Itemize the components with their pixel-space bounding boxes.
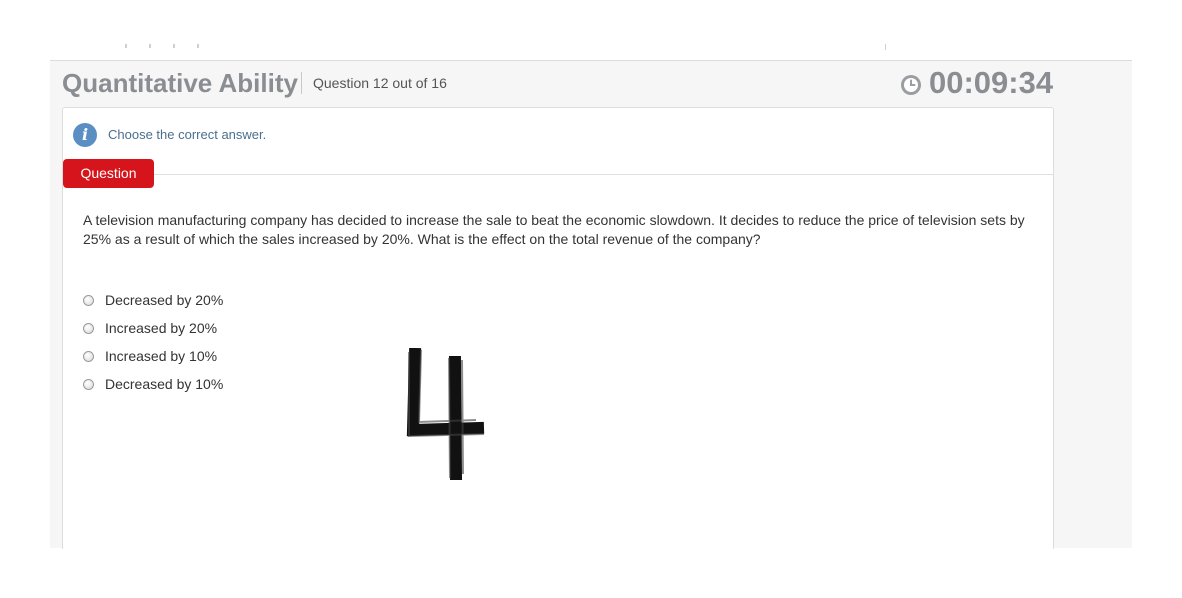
question-counter: Question 12 out of 16 (313, 75, 447, 91)
top-strip-divider (885, 44, 886, 50)
info-icon: i (73, 123, 97, 147)
option-increased-by-10[interactable]: Increased by 10% (83, 342, 223, 370)
radio-button[interactable] (83, 322, 94, 334)
option-decreased-by-10[interactable]: Decreased by 10% (83, 370, 223, 398)
option-increased-by-20[interactable]: Increased by 20% (83, 314, 223, 342)
page: Quantitative Ability Question 12 out of … (0, 0, 1182, 598)
option-label: Decreased by 10% (105, 376, 224, 392)
question-tab: Question (63, 159, 154, 188)
question-text: A television manufacturing company has d… (83, 212, 1025, 247)
option-label: Increased by 20% (105, 320, 218, 336)
header-divider (301, 72, 302, 94)
instruction-row: i Choose the correct answer. (73, 123, 266, 147)
section-divider (63, 174, 1053, 175)
radio-button[interactable] (83, 350, 94, 362)
timer: 00:09:34 (900, 66, 1053, 100)
section-title: Quantitative Ability (62, 68, 298, 98)
top-strip (50, 0, 1132, 61)
instruction-text: Choose the correct answer. (108, 127, 267, 142)
option-label: Decreased by 20% (105, 292, 224, 308)
top-strip-dots (125, 44, 215, 48)
option-decreased-by-20[interactable]: Decreased by 20% (83, 286, 223, 314)
radio-button[interactable] (83, 294, 94, 306)
option-label: Increased by 10% (105, 348, 218, 364)
answer-options: Decreased by 20% Increased by 20% Increa… (83, 286, 223, 398)
clock-icon (901, 75, 921, 95)
question-card: i Choose the correct answer. Question A … (62, 107, 1054, 549)
handwritten-scribble (406, 348, 485, 480)
test-panel: Quantitative Ability Question 12 out of … (50, 61, 1132, 549)
radio-button[interactable] (83, 378, 94, 390)
timer-value: 00:09:34 (929, 65, 1054, 100)
